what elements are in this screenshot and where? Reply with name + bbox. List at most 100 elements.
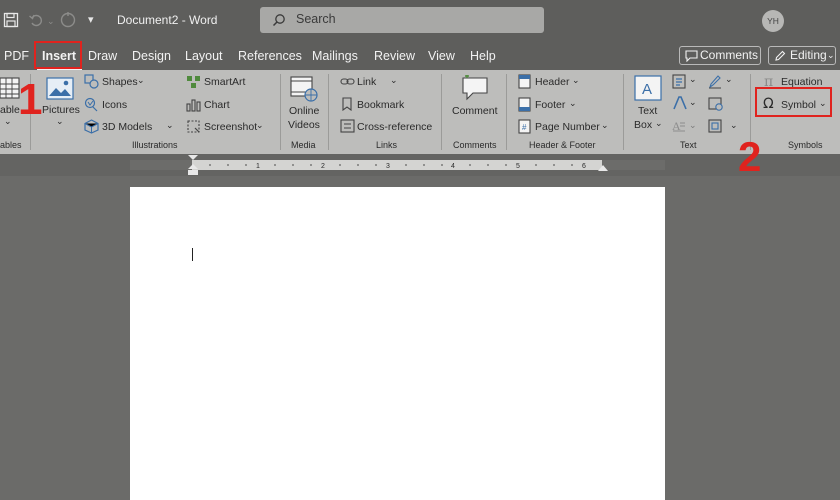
tab-review[interactable]: Review [374, 49, 415, 63]
link-button-label[interactable]: Link [357, 76, 376, 88]
text-box-label-line2[interactable]: Box [634, 119, 652, 131]
tab-draw[interactable]: Draw [88, 49, 117, 63]
tab-design[interactable]: Design [132, 49, 171, 63]
group-separator [623, 74, 624, 150]
editing-dropdown-icon: ⌄ [827, 50, 835, 60]
object-dropdown-icon[interactable]: ⌄ [730, 120, 738, 131]
online-videos-label-line2[interactable]: Videos [288, 119, 320, 131]
shapes-button-label[interactable]: Shapes [102, 76, 138, 88]
undo-icon[interactable] [28, 12, 44, 33]
pictures-icon[interactable] [46, 77, 74, 106]
editing-button-label: Editing [790, 48, 827, 62]
wordart-icon[interactable] [673, 96, 687, 115]
links-group-label: Links [376, 140, 398, 150]
3d-models-icon[interactable] [84, 119, 99, 139]
screenshot-icon[interactable] [186, 119, 201, 139]
comments-button-label: Comments [700, 48, 759, 62]
date-time-icon[interactable] [708, 96, 723, 116]
tab-references[interactable]: References [238, 49, 302, 63]
footer-icon[interactable] [518, 97, 531, 117]
shapes-dropdown-icon[interactable]: ⌄ [137, 75, 145, 86]
page-number-dropdown-icon[interactable]: ⌄ [601, 120, 609, 131]
customize-toolbar-icon[interactable]: ▾ [88, 12, 94, 28]
signature-line-icon[interactable] [708, 74, 722, 94]
footer-button-label[interactable]: Footer [535, 99, 565, 111]
table-button-label[interactable]: able [0, 104, 20, 116]
group-separator [441, 74, 442, 150]
svg-text:A: A [642, 81, 652, 98]
3d-models-dropdown-icon[interactable]: ⌄ [166, 120, 174, 131]
right-indent-marker[interactable] [597, 163, 609, 172]
search-placeholder: Search [296, 12, 336, 26]
undo-dropdown-icon[interactable]: ⌄ [47, 13, 55, 29]
redo-icon[interactable] [59, 11, 77, 34]
pictures-dropdown-icon[interactable]: ⌄ [56, 116, 64, 127]
3d-models-button-label[interactable]: 3D Models [102, 121, 152, 133]
horizontal-ruler[interactable]: 1 2 3 4 5 6 [130, 160, 665, 170]
svg-text:5: 5 [516, 163, 520, 170]
icons-icon[interactable] [84, 97, 99, 117]
quick-parts-dropdown-icon[interactable]: ⌄ [689, 74, 697, 85]
search-icon [272, 14, 285, 27]
indent-markers[interactable] [187, 154, 199, 176]
text-box-dropdown-icon[interactable]: ⌄ [655, 118, 663, 129]
table-icon[interactable] [0, 77, 20, 104]
bookmark-icon[interactable] [341, 97, 353, 116]
tab-layout[interactable]: Layout [185, 49, 223, 63]
search-box[interactable]: Search [260, 7, 544, 33]
quick-parts-icon[interactable] [672, 74, 686, 94]
editing-button[interactable]: Editing ⌄ [768, 46, 836, 65]
document-page[interactable] [130, 187, 665, 500]
footer-dropdown-icon[interactable]: ⌄ [569, 98, 577, 109]
avatar[interactable]: YH [762, 10, 784, 32]
header-dropdown-icon[interactable]: ⌄ [572, 75, 580, 86]
text-group-label: Text [680, 140, 697, 150]
tab-mailings[interactable]: Mailings [312, 49, 358, 63]
header-footer-group-label: Header & Footer [529, 140, 596, 150]
chart-icon[interactable] [186, 97, 201, 117]
smartart-icon[interactable] [186, 74, 201, 94]
signature-line-dropdown-icon[interactable]: ⌄ [725, 74, 733, 85]
page-number-icon[interactable]: # [518, 119, 531, 139]
svg-text:4: 4 [451, 163, 455, 170]
smartart-button-label[interactable]: SmartArt [204, 76, 245, 88]
cross-reference-button-label[interactable]: Cross-reference [357, 121, 432, 133]
new-comment-icon[interactable] [461, 74, 489, 106]
header-button-label[interactable]: Header [535, 76, 569, 88]
online-videos-label-line1[interactable]: Online [289, 105, 319, 117]
text-box-icon[interactable]: A [634, 75, 662, 106]
tab-pdf[interactable]: PDF [4, 49, 29, 63]
tab-help[interactable]: Help [470, 49, 496, 63]
group-separator [280, 74, 281, 150]
bookmark-button-label[interactable]: Bookmark [357, 99, 404, 111]
step-1-label: 1 [18, 75, 43, 124]
screenshot-button-label[interactable]: Screenshot [204, 121, 257, 133]
svg-text:6: 6 [582, 163, 586, 170]
tab-view[interactable]: View [428, 49, 455, 63]
pencil-icon [775, 50, 786, 61]
header-icon[interactable] [518, 74, 531, 94]
save-icon[interactable] [3, 12, 19, 33]
icons-button-label[interactable]: Icons [102, 99, 127, 111]
cross-reference-icon[interactable] [340, 119, 355, 138]
drop-cap-dropdown-icon[interactable]: ⌄ [689, 120, 697, 131]
step-2-label: 2 [738, 133, 762, 180]
symbols-group-label: Symbols [788, 140, 823, 150]
page-number-button-label[interactable]: Page Number [535, 121, 600, 133]
object-icon[interactable] [708, 119, 722, 138]
comment-button-label[interactable]: Comment [452, 105, 498, 117]
text-box-label-line1[interactable]: Text [638, 105, 657, 117]
comments-button[interactable]: Comments [679, 46, 761, 65]
wordart-dropdown-icon[interactable]: ⌄ [689, 97, 697, 108]
shapes-icon[interactable] [84, 74, 99, 94]
screenshot-dropdown-icon[interactable]: ⌄ [256, 120, 264, 131]
table-dropdown-icon[interactable]: ⌄ [4, 116, 12, 127]
link-icon[interactable] [340, 75, 355, 93]
drop-cap-icon[interactable]: A [672, 119, 686, 138]
chart-button-label[interactable]: Chart [204, 99, 230, 111]
link-dropdown-icon[interactable]: ⌄ [390, 75, 398, 86]
pictures-button-label[interactable]: Pictures [42, 104, 80, 116]
media-group-label: Media [291, 140, 316, 150]
online-videos-icon[interactable] [290, 76, 318, 107]
group-separator [328, 74, 329, 150]
